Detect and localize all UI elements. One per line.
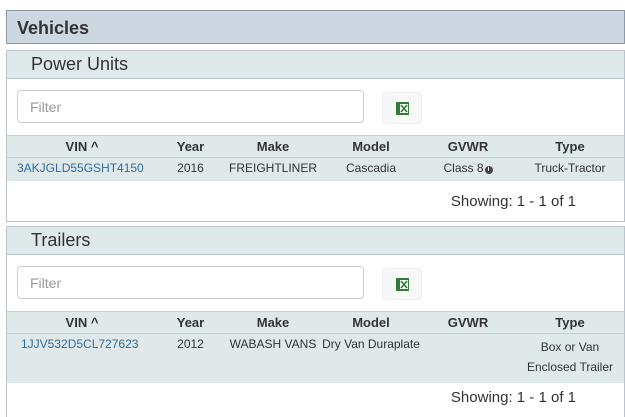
sort-ascending-icon: ^ [90, 315, 99, 330]
page-title: Vehicles [17, 18, 90, 38]
power-units-export-button[interactable] [382, 92, 422, 124]
col-gvwr[interactable]: GVWR [420, 311, 516, 334]
col-year[interactable]: Year [157, 311, 224, 334]
sort-ascending-icon: ^ [90, 139, 99, 154]
col-vin[interactable]: VIN ^ [7, 135, 157, 158]
type-cell: Truck-Tractor [516, 157, 624, 181]
col-model[interactable]: Model [322, 135, 420, 158]
trailers-panel: Trailers VIN ^ Year Make Model GVWR Type… [6, 226, 625, 417]
table-row: 3AKJGLD55GSHT4150 2016 FREIGHTLINER Casc… [7, 157, 624, 181]
gvwr-cell: Class 8i [420, 157, 516, 181]
power-units-header: Power Units [7, 51, 624, 79]
trailers-title: Trailers [31, 230, 91, 250]
power-units-filter-input[interactable] [17, 90, 364, 123]
table-row: 1JJV532D5CL727623 2012 WABASH VANS Dry V… [7, 333, 624, 383]
power-units-title: Power Units [31, 54, 129, 74]
year-cell: 2012 [157, 333, 224, 383]
col-type[interactable]: Type [516, 311, 624, 334]
year-cell: 2016 [157, 157, 224, 181]
col-year[interactable]: Year [157, 135, 224, 158]
excel-export-icon [396, 278, 409, 291]
model-cell: Dry Van Duraplate [322, 333, 420, 383]
trailers-header: Trailers [7, 227, 624, 255]
make-cell: WABASH VANS [224, 333, 322, 383]
model-cell: Cascadia [322, 157, 420, 181]
col-model[interactable]: Model [322, 311, 420, 334]
excel-export-icon [396, 102, 409, 115]
gvwr-cell [420, 333, 516, 383]
power-units-pagination-status: Showing: 1 - 1 of 1 [450, 193, 576, 210]
trailers-filter-input[interactable] [17, 266, 364, 299]
col-gvwr[interactable]: GVWR [420, 135, 516, 158]
power-units-panel: Power Units VIN ^ Year Make Model GVWR T… [6, 50, 625, 222]
table-header-row: VIN ^ Year Make Model GVWR Type [7, 135, 624, 158]
col-vin[interactable]: VIN ^ [7, 311, 157, 334]
trailers-table: VIN ^ Year Make Model GVWR Type 1JJV532D… [7, 311, 624, 383]
vin-link[interactable]: 1JJV532D5CL727623 [21, 337, 138, 351]
power-units-table: VIN ^ Year Make Model GVWR Type 3AKJGLD5… [7, 135, 624, 181]
col-make[interactable]: Make [224, 311, 322, 334]
trailers-pagination-status: Showing: 1 - 1 of 1 [450, 389, 576, 406]
type-cell: Box or Van Enclosed Trailer [516, 333, 624, 383]
col-type[interactable]: Type [516, 135, 624, 158]
col-make[interactable]: Make [224, 135, 322, 158]
vin-link[interactable]: 3AKJGLD55GSHT4150 [17, 161, 144, 175]
make-cell: FREIGHTLINER [224, 157, 322, 181]
page-header: Vehicles [6, 10, 625, 44]
info-icon[interactable]: i [484, 166, 493, 174]
table-header-row: VIN ^ Year Make Model GVWR Type [7, 311, 624, 334]
trailers-export-button[interactable] [382, 268, 422, 300]
